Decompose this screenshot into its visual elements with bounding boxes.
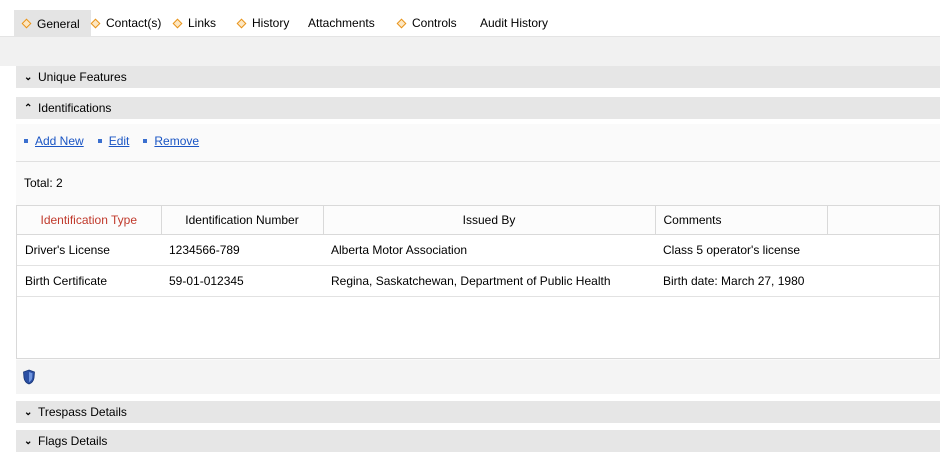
col-identification-number[interactable]: Identification Number	[161, 206, 324, 235]
tab-history[interactable]: History	[230, 10, 299, 36]
bullet-icon	[143, 139, 148, 143]
cell-empty	[827, 234, 939, 266]
identification-actions: Add New Edit Remove	[24, 134, 199, 148]
remove-label: Remove	[154, 134, 200, 148]
tab-label: Contact(s)	[106, 16, 162, 30]
cell-comments: Birth date: March 27, 1980	[655, 265, 827, 297]
total-count: Total: 2	[24, 176, 63, 190]
col-issued-by[interactable]: Issued By	[323, 206, 656, 235]
tab-links[interactable]: Links	[166, 10, 226, 36]
diamond-icon	[21, 18, 32, 29]
tab-label: History	[252, 16, 290, 30]
cell-issued-by: Regina, Saskatchewan, Department of Publ…	[323, 265, 655, 297]
security-row	[16, 360, 940, 394]
cell-type: Birth Certificate	[17, 265, 161, 297]
section-title: Flags Details	[38, 434, 108, 448]
diamond-icon	[396, 18, 407, 28]
tab-label: General	[37, 16, 80, 31]
shield-icon[interactable]	[22, 369, 36, 385]
tab-label: Controls	[412, 16, 457, 30]
tab-label: Attachments	[308, 16, 375, 30]
section-unique-features[interactable]: ⌄ Unique Features	[16, 66, 940, 89]
cell-comments: Class 5 operator's license	[655, 234, 827, 266]
divider	[16, 161, 940, 162]
add-new-label: Add New	[35, 134, 84, 148]
col-empty	[827, 206, 939, 235]
cell-number: 59-01-012345	[161, 265, 323, 297]
section-flags-details[interactable]: ⌄ Flags Details	[16, 430, 940, 453]
tab-label: Links	[188, 16, 217, 30]
table-row[interactable]: Driver's License 1234566-789 Alberta Mot…	[17, 234, 939, 266]
diamond-icon	[90, 18, 101, 28]
diamond-icon	[236, 18, 247, 28]
tab-contacts[interactable]: Contact(s)	[84, 10, 171, 36]
tab-content-top	[0, 36, 940, 66]
chevron-down-icon: ⌄	[24, 435, 33, 447]
diamond-icon	[172, 18, 183, 28]
table-row[interactable]: Birth Certificate 59-01-012345 Regina, S…	[17, 265, 939, 297]
tab-controls[interactable]: Controls	[390, 10, 467, 36]
chevron-down-icon: ⌄	[24, 71, 33, 83]
edit-label: Edit	[108, 134, 130, 148]
cell-empty	[827, 265, 939, 297]
tab-label: Audit History	[480, 16, 549, 30]
col-identification-type[interactable]: Identification Type	[17, 206, 162, 235]
remove-link[interactable]: Remove	[143, 134, 199, 148]
bullet-icon	[24, 139, 28, 143]
bullet-icon	[97, 139, 102, 143]
chevron-up-icon: ⌃	[24, 102, 33, 114]
section-title: Unique Features	[38, 70, 127, 84]
identifications-table: Identification Type Identification Numbe…	[16, 205, 940, 359]
section-title: Identifications	[38, 101, 112, 115]
tab-bar: General Contact(s) Links History Attachm…	[0, 0, 940, 38]
section-title: Trespass Details	[38, 405, 127, 419]
cell-number: 1234566-789	[161, 234, 323, 266]
tab-general[interactable]: General	[14, 10, 91, 36]
section-trespass-details[interactable]: ⌄ Trespass Details	[16, 401, 940, 424]
cell-type: Driver's License	[17, 234, 161, 266]
cell-issued-by: Alberta Motor Association	[323, 234, 655, 266]
col-comments[interactable]: Comments	[655, 206, 828, 235]
tab-attachments[interactable]: Attachments	[300, 10, 385, 36]
chevron-down-icon: ⌄	[24, 406, 33, 418]
section-identifications[interactable]: ⌃ Identifications	[16, 97, 940, 120]
add-new-link[interactable]: Add New	[24, 134, 84, 148]
edit-link[interactable]: Edit	[97, 134, 130, 148]
tab-audit-history[interactable]: Audit History	[472, 10, 558, 36]
